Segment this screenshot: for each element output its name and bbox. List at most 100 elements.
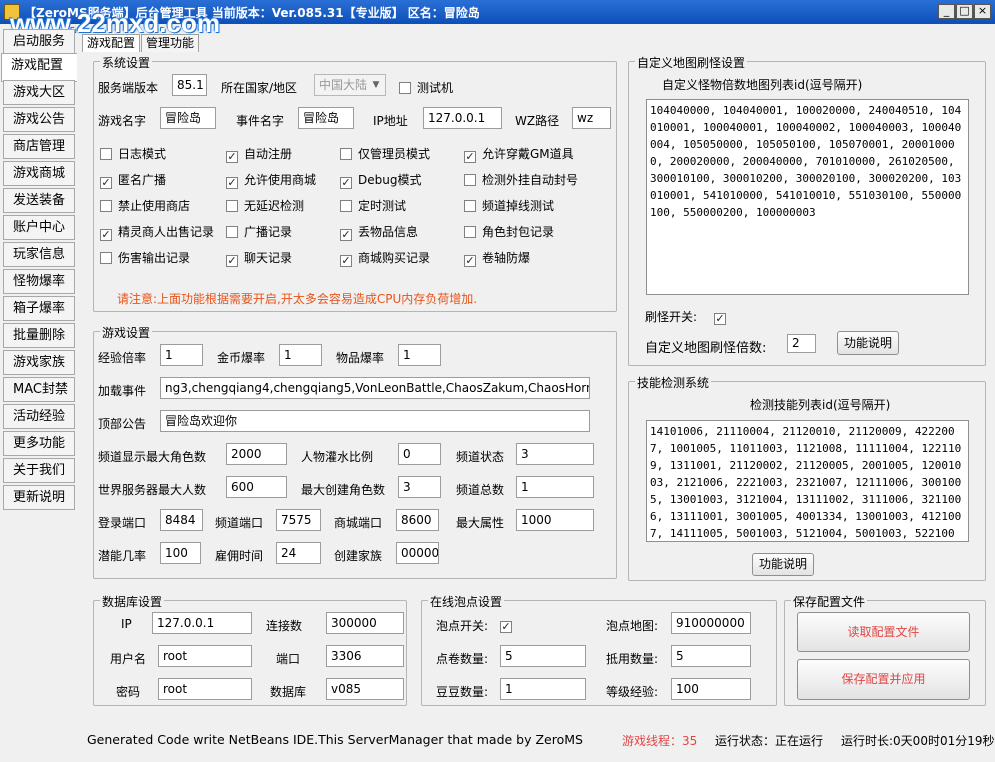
channel-status-input[interactable]: 3: [516, 443, 594, 465]
system-checkbox[interactable]: ✓ Debug模式: [340, 171, 421, 189]
group-title: 在线泡点设置: [428, 593, 505, 610]
left-tab-start-service[interactable]: 启动服务: [3, 29, 75, 54]
channel-port-input[interactable]: 7575: [276, 509, 321, 531]
db-user-input[interactable]: root: [158, 645, 252, 667]
system-checkbox[interactable]: ✓ 卷轴防爆: [464, 249, 530, 267]
afk-map-input[interactable]: 910000000: [671, 612, 751, 634]
left-tab-more-functions[interactable]: 更多功能: [3, 431, 75, 456]
multiplier-input[interactable]: 2: [787, 334, 816, 353]
left-tab-game-notice[interactable]: 游戏公告: [3, 107, 75, 132]
close-button[interactable]: ×: [974, 4, 991, 19]
system-checkbox[interactable]: 广播记录: [226, 223, 292, 240]
checkbox-box: [340, 200, 352, 212]
fill-ratio-input[interactable]: 0: [398, 443, 441, 465]
channel-status-label: 频道状态: [456, 450, 505, 464]
left-tab-batch-delete[interactable]: 批量删除: [3, 323, 75, 348]
system-checkbox[interactable]: 无延迟检测: [226, 197, 304, 214]
custom-map-help-button[interactable]: 功能说明: [837, 331, 899, 355]
wz-input[interactable]: wz: [572, 107, 611, 129]
skill-list-title: 检测技能列表id(逗号隔开): [750, 398, 891, 412]
afk-switch-checkbox[interactable]: ✓: [500, 617, 518, 633]
afk-bean-label: 豆豆数量:: [436, 685, 489, 699]
system-checkbox[interactable]: 角色封包记录: [464, 223, 554, 240]
system-checkbox[interactable]: ✓ 丢物品信息: [340, 223, 418, 241]
db-password-input[interactable]: root: [158, 678, 252, 700]
test-checkbox[interactable]: 测试机: [399, 79, 453, 96]
left-tab-player-info[interactable]: 玩家信息: [3, 242, 75, 267]
exp-rate-input[interactable]: 1: [160, 344, 203, 366]
left-tab-box-drop[interactable]: 箱子爆率: [3, 296, 75, 321]
drop-rate-input[interactable]: 1: [398, 344, 441, 366]
system-checkbox[interactable]: 定时测试: [340, 197, 406, 214]
left-tab-update-notes[interactable]: 更新说明: [3, 485, 75, 510]
tab-game-config[interactable]: 游戏配置: [82, 34, 141, 52]
system-checkbox[interactable]: 仅管理员模式: [340, 145, 430, 162]
left-tab-event-exp[interactable]: 活动经验: [3, 404, 75, 429]
shop-port-input[interactable]: 8600: [396, 509, 439, 531]
left-tab-game-region[interactable]: 游戏大区: [3, 80, 75, 105]
afk-exp-input[interactable]: 100: [671, 678, 751, 700]
system-checkbox[interactable]: ✓ 允许穿戴GM道具: [464, 145, 574, 163]
left-tab-account-center[interactable]: 账户中心: [3, 215, 75, 240]
notice-input[interactable]: 冒险岛欢迎你: [160, 410, 590, 432]
left-tab-mac-ban[interactable]: MAC封禁: [3, 377, 75, 402]
left-tab-shop-manage[interactable]: 商店管理: [3, 134, 75, 159]
checkbox-label: 自动注册: [244, 147, 293, 161]
left-tab-game-mall[interactable]: 游戏商城: [3, 161, 75, 186]
db-name-input[interactable]: v085: [326, 678, 404, 700]
db-conn-input[interactable]: 300000: [326, 612, 404, 634]
custom-map-list[interactable]: 104040000, 104040001, 100020000, 2400405…: [646, 99, 969, 295]
maximize-button[interactable]: □: [956, 4, 973, 19]
db-port-input[interactable]: 3306: [326, 645, 404, 667]
drop-rate-label: 物品爆率: [336, 351, 385, 365]
system-checkbox[interactable]: 禁止使用商店: [100, 197, 190, 214]
afk-voucher-input[interactable]: 5: [500, 645, 586, 667]
left-tab-game-config[interactable]: 游戏配置: [1, 53, 77, 82]
max-chars-input[interactable]: 3: [398, 476, 441, 498]
system-checkbox[interactable]: 频道掉线测试: [464, 197, 554, 214]
system-checkbox[interactable]: ✓ 商城购买记录: [340, 249, 430, 267]
system-checkbox[interactable]: 检测外挂自动封号: [464, 171, 578, 188]
tab-manage[interactable]: 管理功能: [141, 34, 200, 52]
minimize-button[interactable]: _: [938, 4, 955, 19]
ip-input[interactable]: 127.0.0.1: [423, 107, 502, 129]
read-config-button[interactable]: 读取配置文件: [797, 612, 970, 652]
save-config-button[interactable]: 保存配置并应用: [797, 659, 970, 700]
left-tab-about-us[interactable]: 关于我们: [3, 458, 75, 483]
skill-list[interactable]: 14101006, 21110004, 21120010, 21120009, …: [646, 420, 969, 542]
checkbox-box: ✓: [100, 228, 112, 241]
checkbox-box: ✓: [464, 150, 476, 163]
left-tab-send-equip[interactable]: 发送装备: [3, 188, 75, 213]
system-checkbox[interactable]: 伤害输出记录: [100, 249, 190, 266]
left-tab-game-family[interactable]: 游戏家族: [3, 350, 75, 375]
afk-mp-input[interactable]: 5: [671, 645, 751, 667]
max-stat-input[interactable]: 1000: [516, 509, 594, 531]
login-port-input[interactable]: 8484: [160, 509, 203, 531]
spawn-switch-checkbox[interactable]: ✓: [714, 309, 732, 325]
channel-total-input[interactable]: 1: [516, 476, 594, 498]
system-checkbox[interactable]: 日志模式: [100, 145, 166, 162]
hire-input[interactable]: 24: [276, 542, 321, 564]
system-checkbox[interactable]: ✓ 精灵商人出售记录: [100, 223, 214, 241]
family-input[interactable]: 00000: [396, 542, 439, 564]
checkbox-label: 频道掉线测试: [482, 199, 555, 213]
channel-max-input[interactable]: 2000: [226, 443, 287, 465]
skill-help-button[interactable]: 功能说明: [752, 553, 814, 576]
game-name-input[interactable]: 冒险岛: [160, 107, 216, 129]
db-ip-input[interactable]: 127.0.0.1: [152, 612, 252, 634]
load-events-input[interactable]: ng3,chengqiang4,chengqiang5,VonLeonBattl…: [160, 377, 590, 399]
left-tab-monster-drop[interactable]: 怪物爆率: [3, 269, 75, 294]
meso-rate-input[interactable]: 1: [279, 344, 322, 366]
server-version-input[interactable]: 85.1: [172, 74, 207, 96]
potential-input[interactable]: 100: [160, 542, 201, 564]
system-checkbox[interactable]: ✓ 允许使用商城: [226, 171, 316, 189]
event-name-label: 事件名字: [236, 114, 285, 128]
checkbox-label: 伤害输出记录: [118, 251, 191, 265]
system-checkbox[interactable]: ✓ 匿名广播: [100, 171, 166, 189]
system-checkbox[interactable]: ✓ 自动注册: [226, 145, 292, 163]
afk-bean-input[interactable]: 1: [500, 678, 586, 700]
event-name-input[interactable]: 冒险岛: [298, 107, 354, 129]
country-select[interactable]: 中国大陆 ▼: [314, 74, 386, 96]
system-checkbox[interactable]: ✓ 聊天记录: [226, 249, 292, 267]
world-max-input[interactable]: 600: [226, 476, 287, 498]
